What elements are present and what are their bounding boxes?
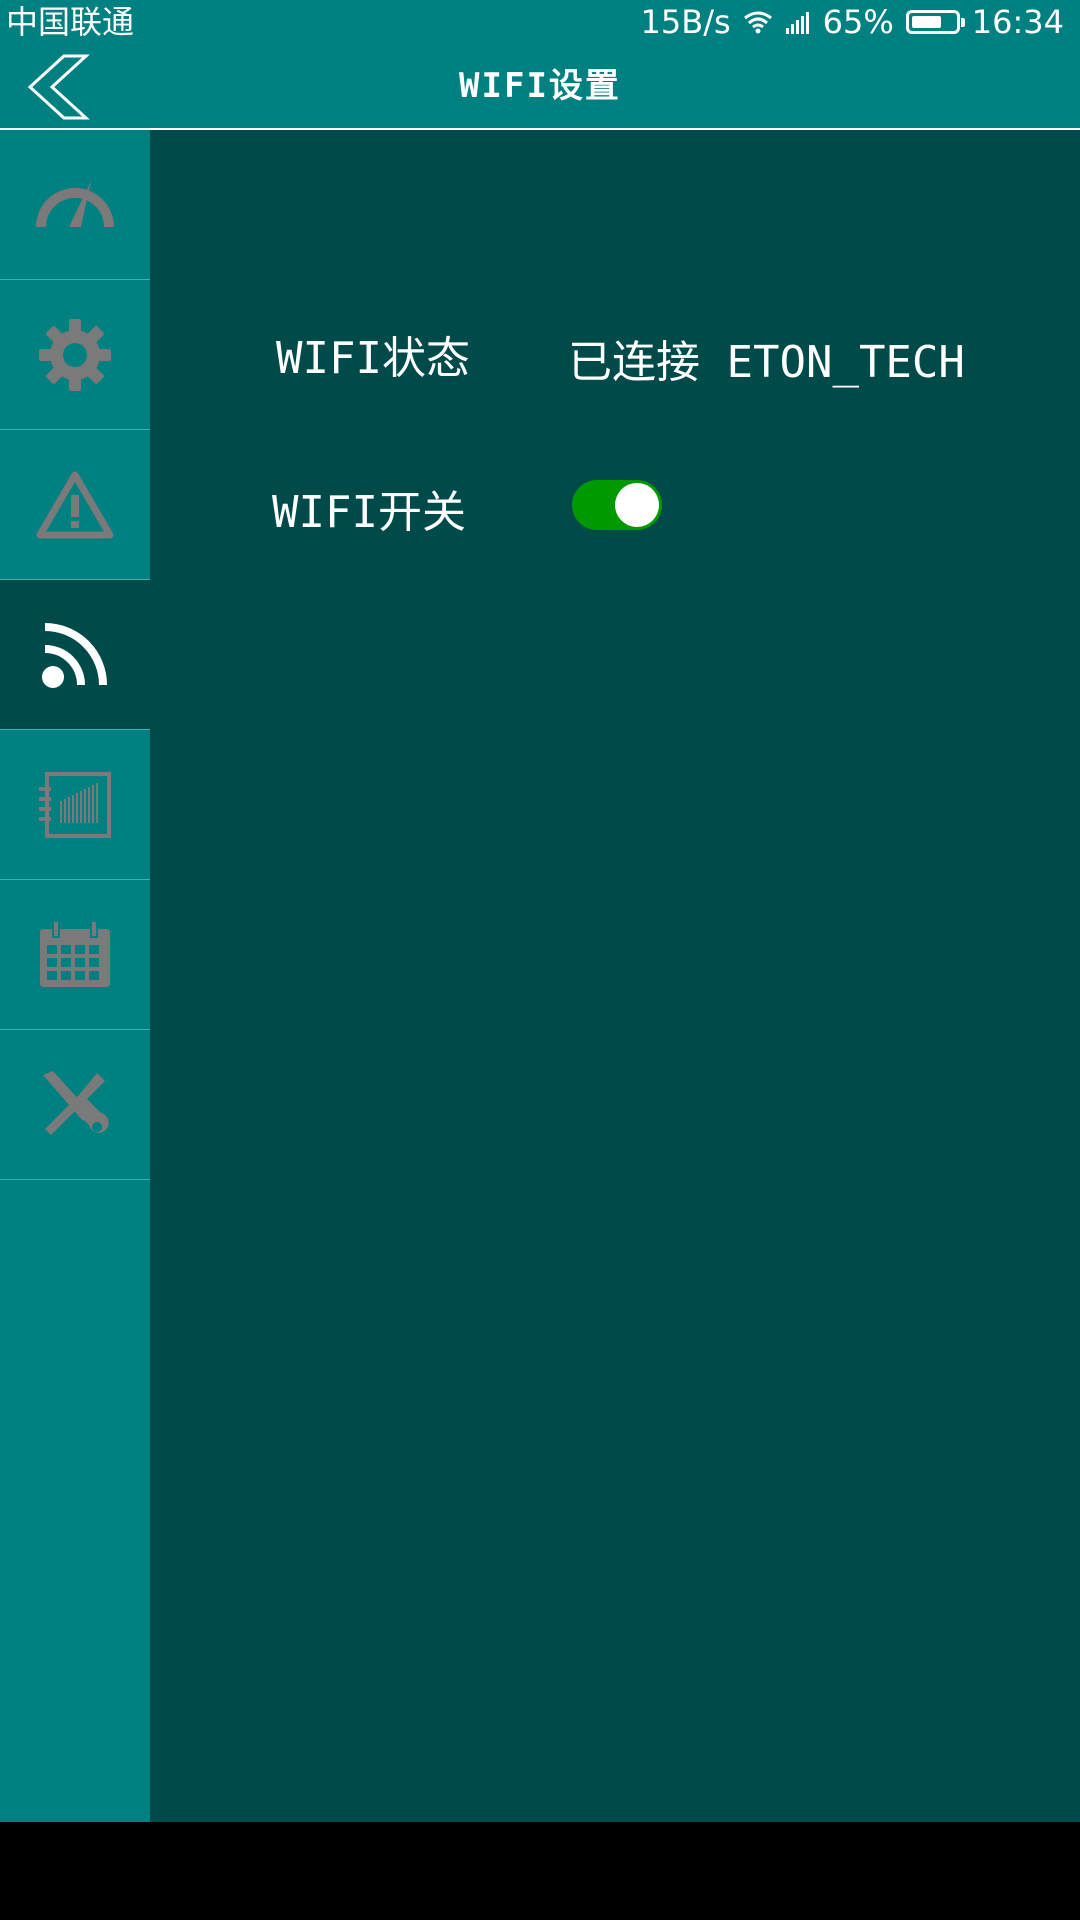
status-bar: 中国联通 15B/s 65% 16:34 xyxy=(0,0,1080,44)
warning-icon xyxy=(36,471,114,538)
toggle-knob xyxy=(615,483,659,527)
app-header: WIFI设置 xyxy=(0,44,1080,130)
clock: 16:34 xyxy=(971,3,1064,41)
calendar-icon xyxy=(40,920,110,987)
sidebar-item-dashboard[interactable] xyxy=(0,130,150,280)
main-content: WIFI状态 已连接 ETON_TECH WIFI开关 xyxy=(150,130,1080,1822)
sidebar-item-records[interactable] xyxy=(0,730,150,880)
gauge-icon xyxy=(36,180,114,227)
status-right: 15B/s 65% 16:34 xyxy=(629,0,1064,44)
wifi-status-label: WIFI状态 xyxy=(276,333,470,384)
net-speed: 15B/s xyxy=(640,3,731,41)
wifi-switch-toggle[interactable] xyxy=(572,480,662,530)
sidebar-item-alarm[interactable] xyxy=(0,430,150,580)
sidebar-item-settings[interactable] xyxy=(0,280,150,430)
wifi-switch-label: WIFI开关 xyxy=(272,487,466,538)
screen: 中国联通 15B/s 65% 16:34 WIFI设置 WIFI状态 已连接 E… xyxy=(0,0,1080,1920)
cell-signal-icon xyxy=(785,12,809,34)
battery-icon xyxy=(905,10,965,34)
sidebar xyxy=(0,130,150,1822)
sidebar-item-wifi[interactable] xyxy=(0,580,150,730)
tools-icon xyxy=(43,1070,109,1135)
gear-icon xyxy=(39,318,111,391)
page-title: WIFI设置 xyxy=(459,66,621,106)
bottom-bar xyxy=(0,1822,1080,1920)
carrier-label: 中国联通 xyxy=(6,3,135,41)
wifi-icon xyxy=(42,622,107,688)
sidebar-item-calendar[interactable] xyxy=(0,880,150,1030)
wifi-signal-icon xyxy=(743,11,772,34)
wifi-status-value: 已连接 ETON_TECH xyxy=(568,337,965,388)
sidebar-item-tools[interactable] xyxy=(0,1030,150,1180)
notebook-icon xyxy=(39,771,111,838)
battery-percent: 65% xyxy=(822,3,894,41)
